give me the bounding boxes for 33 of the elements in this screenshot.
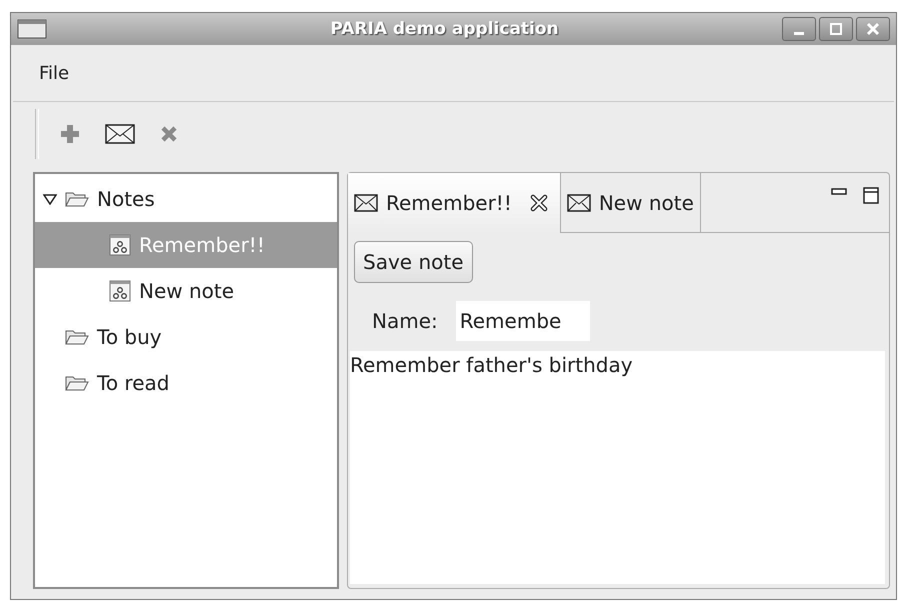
save-button[interactable]: Save note (354, 241, 473, 283)
tab[interactable]: New note (560, 173, 701, 233)
name-label: Name: (372, 309, 438, 333)
name-field[interactable]: Remembe (456, 301, 590, 341)
delete-icon[interactable] (159, 124, 179, 144)
minimize-icon[interactable] (831, 187, 847, 197)
envelope-icon (566, 194, 591, 212)
note-icon (109, 280, 131, 302)
folder-icon (65, 190, 89, 208)
folder-icon (65, 374, 89, 392)
window-title: PARIA demo application (329, 19, 560, 39)
close-icon[interactable] (530, 194, 548, 212)
menu-item[interactable]: File (39, 62, 70, 84)
tree-item[interactable]: To read (35, 360, 337, 406)
minimize-icon (794, 32, 804, 34)
maximize-icon (828, 22, 844, 36)
tree-item[interactable]: Notes (35, 176, 337, 222)
window-icon[interactable] (17, 19, 47, 39)
tree-item[interactable]: New note (35, 268, 337, 314)
maximize-icon[interactable] (863, 187, 879, 205)
tab[interactable]: Remember!! (348, 173, 561, 233)
add-icon[interactable] (59, 123, 81, 145)
minimize-button[interactable] (782, 17, 816, 41)
expander-icon[interactable] (43, 193, 57, 205)
note-icon (109, 234, 131, 256)
close-icon (865, 22, 881, 36)
envelope-icon (354, 194, 378, 212)
folder-icon (65, 328, 89, 346)
note-text-area[interactable]: Remember father's birthday (350, 351, 885, 584)
close-button[interactable] (856, 17, 890, 41)
tree-item[interactable]: To buy (35, 314, 337, 360)
maximize-button[interactable] (819, 17, 853, 41)
envelope-icon[interactable] (105, 123, 135, 145)
